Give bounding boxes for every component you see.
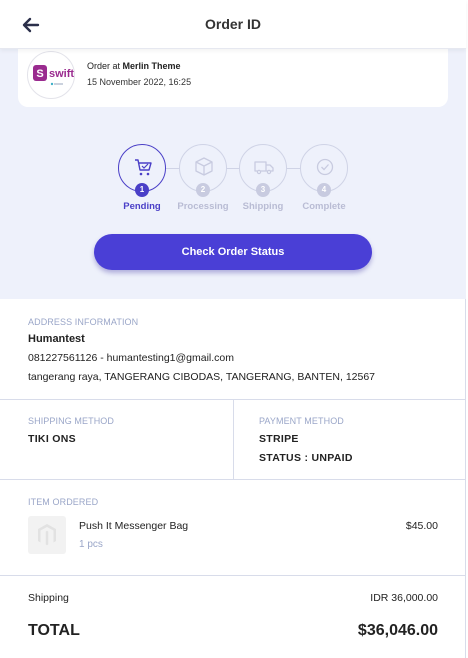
step-label: Shipping bbox=[242, 201, 284, 212]
store-logo: S swift bbox=[27, 51, 75, 99]
step-shipping: 3 Shipping bbox=[228, 142, 298, 217]
check-circle-icon bbox=[316, 158, 334, 176]
shipping-fee-value: IDR 36,000.00 bbox=[370, 592, 438, 604]
payment-method-label: PAYMENT METHOD bbox=[259, 416, 344, 426]
address-section: ADDRESS INFORMATION Humantest 0812275611… bbox=[0, 299, 466, 400]
divider bbox=[233, 400, 234, 479]
truck-icon bbox=[254, 161, 274, 175]
recipient-name: Humantest bbox=[28, 333, 85, 345]
store-name: Merlin Theme bbox=[122, 61, 181, 71]
step-pending: 1 Pending bbox=[107, 142, 177, 217]
payment-method-value: STRIPE bbox=[259, 433, 299, 445]
check-order-status-button[interactable]: Check Order Status bbox=[94, 234, 372, 270]
shipping-fee-label: Shipping bbox=[28, 592, 69, 604]
step-number: 3 bbox=[256, 183, 270, 197]
shipping-method-value: TIKI ONS bbox=[28, 433, 76, 445]
product-price: $45.00 bbox=[405, 520, 438, 532]
svg-text:S: S bbox=[36, 68, 43, 80]
order-summary-section: S swift Order at Merlin Theme 15 Novembe… bbox=[0, 49, 466, 299]
cart-icon bbox=[135, 159, 152, 176]
product-quantity: 1 pcs bbox=[79, 539, 103, 550]
store-logo-text: swift bbox=[49, 68, 74, 80]
shipping-method-label: SHIPPING METHOD bbox=[28, 416, 115, 426]
step-complete: 4 Complete bbox=[289, 142, 359, 217]
product-name[interactable]: Push It Messenger Bag bbox=[79, 520, 188, 532]
box-icon bbox=[195, 157, 213, 176]
items-section: ITEM ORDERED Push It Messenger Bag 1 pcs… bbox=[0, 480, 466, 576]
section-label: ITEM ORDERED bbox=[28, 497, 99, 507]
top-bar: Order ID bbox=[0, 0, 466, 49]
totals-section: Shipping IDR 36,000.00 TOTAL $36,046.00 bbox=[0, 576, 466, 658]
order-at-text: Order at Merlin Theme bbox=[87, 61, 181, 71]
section-label: ADDRESS INFORMATION bbox=[28, 317, 139, 327]
recipient-address: tangerang raya, TANGERANG CIBODAS, TANGE… bbox=[28, 371, 376, 383]
step-label: Pending bbox=[123, 201, 161, 212]
product-thumbnail[interactable] bbox=[28, 516, 66, 554]
step-number: 2 bbox=[196, 183, 210, 197]
methods-section: SHIPPING METHOD TIKI ONS PAYMENT METHOD … bbox=[0, 400, 466, 480]
total-value: $36,046.00 bbox=[357, 622, 438, 639]
page-title: Order ID bbox=[204, 16, 261, 32]
store-card: S swift Order at Merlin Theme 15 Novembe… bbox=[18, 49, 448, 107]
recipient-contact: 081227561126 - humantesting1@gmail.com bbox=[28, 352, 235, 364]
payment-status: STATUS : UNPAID bbox=[259, 452, 353, 464]
step-label: Complete bbox=[302, 201, 346, 212]
order-detail-screen: Order ID S swift Order at Merlin Theme 1… bbox=[0, 0, 466, 658]
order-date: 15 November 2022, 16:25 bbox=[87, 77, 192, 87]
magento-logo-icon bbox=[38, 524, 56, 546]
step-number: 4 bbox=[317, 183, 331, 197]
total-label: TOTAL bbox=[28, 622, 80, 639]
order-progress-stepper: 1 Pending 2 Processing 3 Shipping 4 Comp… bbox=[0, 142, 466, 217]
step-number: 1 bbox=[135, 183, 149, 197]
